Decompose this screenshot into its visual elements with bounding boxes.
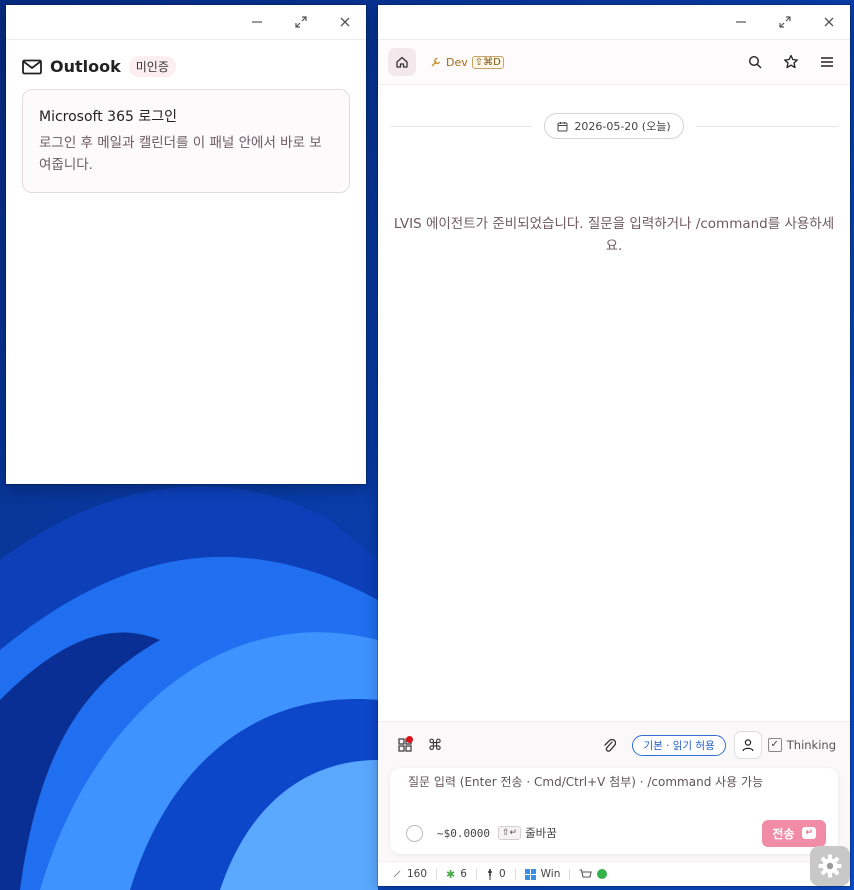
send-label: 전송	[772, 826, 795, 841]
command-button[interactable]: ⌘	[422, 732, 448, 758]
platform-indicator: Win	[524, 868, 560, 880]
outlook-window: Outlook 미인증 Microsoft 365 로그인 로그인 후 메일과 …	[6, 5, 366, 484]
menu-button[interactable]	[814, 49, 840, 75]
message-input[interactable]	[406, 774, 822, 790]
command-icon: ⌘	[427, 736, 443, 754]
paperclip-icon	[604, 738, 617, 752]
welcome-message: LVIS 에이전트가 준비되었습니다. 질문을 입력하거나 /command를 …	[393, 216, 835, 254]
outlook-titlebar	[6, 5, 366, 40]
minimize-button[interactable]	[730, 11, 752, 33]
login-card-title: Microsoft 365 로그인	[39, 109, 177, 125]
pin-count[interactable]: 0	[486, 868, 506, 880]
mail-icon	[22, 59, 42, 74]
settings-widget[interactable]	[810, 846, 850, 886]
permission-mode-pill[interactable]: 기본 · 읽기 허용	[632, 734, 726, 756]
store-status[interactable]	[579, 868, 608, 880]
minimize-icon	[736, 21, 746, 23]
wrap-shortcut: ⇧↵	[497, 826, 522, 840]
context-circle-icon	[406, 824, 423, 842]
close-icon	[340, 17, 350, 27]
chat-area: 2026-05-20 (오늘) LVIS 에이전트가 준비되었습니다. 질문을 …	[378, 85, 850, 722]
close-button[interactable]	[334, 11, 356, 33]
calendar-icon	[557, 121, 568, 131]
lvis-titlebar	[378, 5, 850, 40]
composer-toolbar: ⌘ 기본 · 읽기 허용 ✓ Thinking	[392, 731, 836, 759]
search-button[interactable]	[742, 49, 768, 75]
token-count: 160	[392, 868, 427, 880]
wrap-label: 줄바꿈	[525, 826, 557, 840]
microsoft-login-card[interactable]: Microsoft 365 로그인 로그인 후 메일과 캘린더를 이 패널 안에…	[22, 89, 350, 193]
windows-icon	[524, 868, 536, 880]
send-shortcut: ↵	[802, 827, 816, 839]
online-dot	[597, 869, 608, 879]
expand-icon	[295, 16, 307, 28]
maximize-button[interactable]	[290, 11, 312, 33]
cart-icon	[579, 868, 593, 878]
outlook-title: Outlook	[50, 57, 121, 76]
plugin-count[interactable]: ✱ 6	[446, 868, 467, 881]
close-icon	[824, 17, 834, 27]
hamburger-icon	[821, 57, 833, 67]
persona-button[interactable]	[733, 731, 762, 759]
close-button[interactable]	[818, 11, 840, 33]
cost-display: ~$0.0000	[437, 826, 490, 840]
login-card-description: 로그인 후 메일과 캘린더를 이 패널 안에서 바로 보여줍니다.	[39, 135, 322, 173]
maximize-button[interactable]	[774, 11, 796, 33]
minimize-icon	[252, 21, 262, 23]
favorites-button[interactable]	[778, 49, 804, 75]
outlook-header: Outlook 미인증	[6, 40, 366, 77]
home-icon	[396, 56, 408, 68]
lvis-toolbar: Dev ⇧⌘D	[378, 40, 850, 85]
dev-label: Dev	[446, 55, 468, 69]
status-bar: 160 ✱ 6 0 Win	[378, 861, 850, 886]
minimize-button[interactable]	[246, 11, 268, 33]
home-button[interactable]	[388, 48, 416, 76]
star-icon	[784, 54, 798, 69]
wrench-icon	[431, 57, 441, 67]
thinking-label: Thinking	[786, 738, 836, 752]
message-input-box: ~$0.0000 ⇧↵ 줄바꿈 전송 ↵	[390, 768, 838, 854]
date-pill[interactable]: 2026-05-20 (오늘)	[544, 113, 684, 139]
date-text: 2026-05-20 (오늘)	[574, 120, 671, 133]
composer: ⌘ 기본 · 읽기 허용 ✓ Thinking ~$0.0000 ⇧↵ 줄바꿈	[378, 721, 850, 862]
checkbox-icon: ✓	[767, 738, 782, 752]
lvis-window: Dev ⇧⌘D 2026-05-20 (오늘) LVIS 에이전트가 준비되었습…	[378, 5, 850, 886]
dev-shortcut: ⇧⌘D	[471, 55, 504, 69]
date-divider: 2026-05-20 (오늘)	[390, 113, 838, 139]
send-button[interactable]: 전송 ↵	[762, 819, 826, 847]
input-footer: ~$0.0000 ⇧↵ 줄바꿈 전송 ↵	[406, 819, 826, 847]
link-icon	[393, 870, 401, 878]
gear-icon	[818, 854, 842, 878]
person-icon	[742, 739, 754, 752]
notification-dot	[406, 736, 413, 743]
auth-status-badge: 미인증	[128, 56, 176, 77]
puzzle-icon: ✱	[446, 867, 456, 881]
dev-mode-toggle[interactable]: Dev ⇧⌘D	[430, 55, 504, 69]
thinking-toggle[interactable]: ✓ Thinking	[767, 738, 836, 752]
attach-button[interactable]	[596, 732, 622, 758]
apps-button[interactable]	[392, 732, 418, 758]
expand-icon	[779, 16, 791, 28]
pin-icon	[487, 868, 492, 880]
search-icon	[748, 55, 762, 69]
